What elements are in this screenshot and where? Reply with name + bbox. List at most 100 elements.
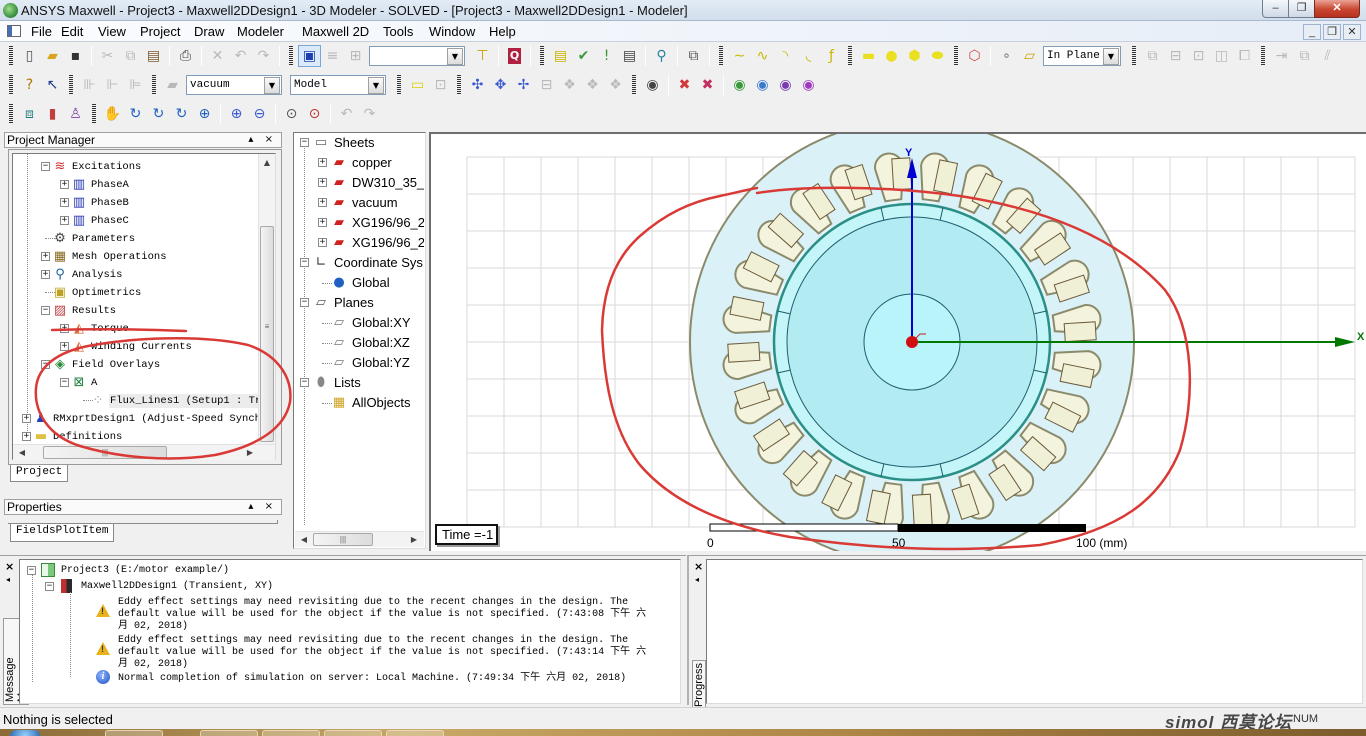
expand-toggle[interactable]: + — [22, 414, 31, 423]
document-close-button[interactable]: ✕ — [1343, 24, 1361, 40]
modeler-viewport[interactable]: Y X 0 50 100 (mm) — [429, 132, 1366, 551]
tab-fieldsplotitem[interactable]: FieldsPlotItem — [10, 524, 115, 542]
select-object-button[interactable]: ▣ — [298, 45, 321, 67]
expand-toggle[interactable]: + — [60, 324, 69, 333]
chevron-down-icon[interactable]: ▼ — [368, 76, 384, 94]
print-button[interactable]: ⎙ — [174, 45, 197, 67]
rotate-x-button[interactable]: ↻ — [124, 103, 147, 125]
menu-window[interactable]: Window — [427, 23, 477, 40]
select-face-button[interactable]: ≡ — [321, 45, 344, 67]
delete-button[interactable]: ✕ — [206, 45, 229, 67]
quick-report-button[interactable]: Q — [503, 45, 526, 67]
tree-item[interactable]: ▣ Optimetrics — [13, 284, 275, 302]
expand-toggle[interactable]: + — [60, 216, 69, 225]
expand-toggle[interactable]: + — [41, 270, 50, 279]
menu-tools[interactable]: Tools — [381, 23, 415, 40]
orient-button[interactable]: ♙ — [64, 103, 87, 125]
expand-toggle[interactable]: + — [60, 180, 69, 189]
collapse-toggle[interactable]: − — [41, 306, 50, 315]
taskbar-button[interactable] — [262, 730, 320, 736]
draw-circle-button[interactable]: ● — [880, 45, 903, 67]
delete-plot-button[interactable]: ✖ — [673, 74, 696, 96]
subtract-button[interactable]: ⊟ — [1164, 45, 1187, 67]
menu-help[interactable]: Help — [487, 23, 518, 40]
field-mesh-button[interactable]: ◉ — [751, 74, 774, 96]
tree-item[interactable]: ▱ Global:XY — [296, 313, 424, 333]
chevron-down-icon[interactable]: ▼ — [1103, 47, 1119, 65]
tree-item[interactable]: − ⬮ Lists — [296, 373, 424, 393]
viewport-canvas[interactable]: Y X 0 50 100 (mm) — [431, 134, 1366, 551]
tree-item[interactable]: − ▱ Planes — [296, 293, 424, 313]
mirror-button[interactable]: ⫽ — [1316, 45, 1339, 67]
tree-item[interactable]: + ◭ Winding Currents — [13, 338, 275, 356]
fields-eye-button[interactable]: ◉ — [641, 74, 664, 96]
taskbar-button[interactable] — [324, 730, 382, 736]
zoom-out-button[interactable]: ⊖ — [248, 103, 271, 125]
undo-button[interactable]: ↶ — [229, 45, 252, 67]
expand-toggle[interactable]: + — [318, 218, 327, 227]
expand-toggle[interactable]: + — [41, 252, 50, 261]
document-window-icon[interactable] — [7, 25, 21, 37]
tab-project[interactable]: Project — [10, 465, 69, 482]
view-mode-select[interactable]: Model ▼ — [290, 75, 386, 95]
tree-item[interactable]: ⁘ Flux_Lines1 (Setup1 : Tr — [13, 392, 275, 410]
draw-rectangle-button[interactable]: ▬ — [857, 45, 880, 67]
new-file-button[interactable]: ▯ — [18, 45, 41, 67]
duplicate-button[interactable]: ⧉ — [1293, 45, 1316, 67]
draw-equation-curve-button[interactable]: ƒ — [820, 45, 843, 67]
unite-button[interactable]: ⧉ — [1141, 45, 1164, 67]
tree-item[interactable]: + ▰ copper — [296, 153, 424, 173]
menu-edit[interactable]: Edit — [59, 23, 85, 40]
create-region-button[interactable]: ▭ — [406, 74, 429, 96]
toolbar-grip-handle[interactable] — [397, 75, 401, 95]
expand-toggle[interactable]: + — [318, 238, 327, 247]
restore-button[interactable]: ❐ — [1288, 0, 1315, 18]
fit-view-button[interactable]: ⧈ — [18, 103, 41, 125]
scroll-thumb[interactable]: ≡ — [260, 226, 274, 442]
scroll-up-arrow-icon[interactable]: ▲ — [260, 158, 274, 167]
panel-pin-close-buttons[interactable]: ▴ × — [248, 133, 277, 147]
dynamic-zoom-button[interactable]: ⊕ — [193, 103, 216, 125]
close-icon[interactable]: × — [5, 560, 14, 573]
collapse-toggle[interactable]: − — [41, 360, 50, 369]
toolbar-grip-handle[interactable] — [152, 75, 156, 95]
validate-button[interactable]: ▤ — [549, 45, 572, 67]
tree-item[interactable]: − ≋ Excitations — [13, 158, 275, 176]
tree-item[interactable]: + ⚲ Analysis — [13, 266, 275, 284]
collapse-arrow-icon[interactable]: ◂ — [695, 575, 699, 584]
modeler-button[interactable]: ▰ — [161, 74, 184, 96]
tree-item[interactable]: + ♟ RMxprtDesign1 (Adjust-Speed Synchr — [13, 410, 275, 428]
material-select[interactable]: vacuum ▼ — [186, 75, 282, 95]
draw-plane-select[interactable]: In Plane ▼ — [1043, 46, 1121, 66]
scroll-right-arrow-icon[interactable]: ▶ — [243, 448, 257, 457]
draw-spline-button[interactable]: ∿ — [751, 45, 774, 67]
rotate-y-button[interactable]: ↻ — [147, 103, 170, 125]
tree-item[interactable]: + ▰ DW310_35_2 — [296, 173, 424, 193]
toolbar-grip-handle[interactable] — [9, 46, 13, 66]
toolbar-grip-handle[interactable] — [92, 104, 96, 124]
intersect-button[interactable]: ⊡ — [1187, 45, 1210, 67]
scroll-left-arrow-icon[interactable]: ◀ — [297, 535, 311, 544]
open-folder-button[interactable]: ▰ — [41, 45, 64, 67]
redo-button[interactable]: ↷ — [252, 45, 275, 67]
tree-item[interactable]: + ▰ XG196/96_2 — [296, 233, 424, 253]
imprint-button[interactable]: ⧠ — [1233, 45, 1256, 67]
tree-item[interactable]: + ▦ Mesh Operations — [13, 248, 275, 266]
tree-item[interactable]: − ◈ Field Overlays — [13, 356, 275, 374]
collapse-toggle[interactable]: − — [300, 258, 309, 267]
message-project[interactable]: Project3 (E:/motor example/) — [61, 565, 229, 577]
chevron-down-icon[interactable]: ▼ — [447, 47, 463, 65]
snap-grid-button[interactable]: ✣ — [466, 74, 489, 96]
scroll-thumb[interactable]: ||| — [313, 533, 373, 546]
toolbar-grip-handle[interactable] — [719, 46, 723, 66]
tree-item[interactable]: + ▰ vacuum — [296, 193, 424, 213]
tree-item[interactable]: − ∟ Coordinate Sys — [296, 253, 424, 273]
cut-button[interactable]: ✂ — [96, 45, 119, 67]
toolbar-grip-handle[interactable] — [954, 46, 958, 66]
paste-button[interactable]: ▤ — [142, 45, 165, 67]
menu-view[interactable]: View — [96, 23, 128, 40]
menu-draw[interactable]: Draw — [192, 23, 226, 40]
taskbar-button[interactable] — [105, 730, 163, 736]
field-overlay-button[interactable]: ◉ — [728, 74, 751, 96]
collapse-toggle[interactable]: − — [300, 138, 309, 147]
